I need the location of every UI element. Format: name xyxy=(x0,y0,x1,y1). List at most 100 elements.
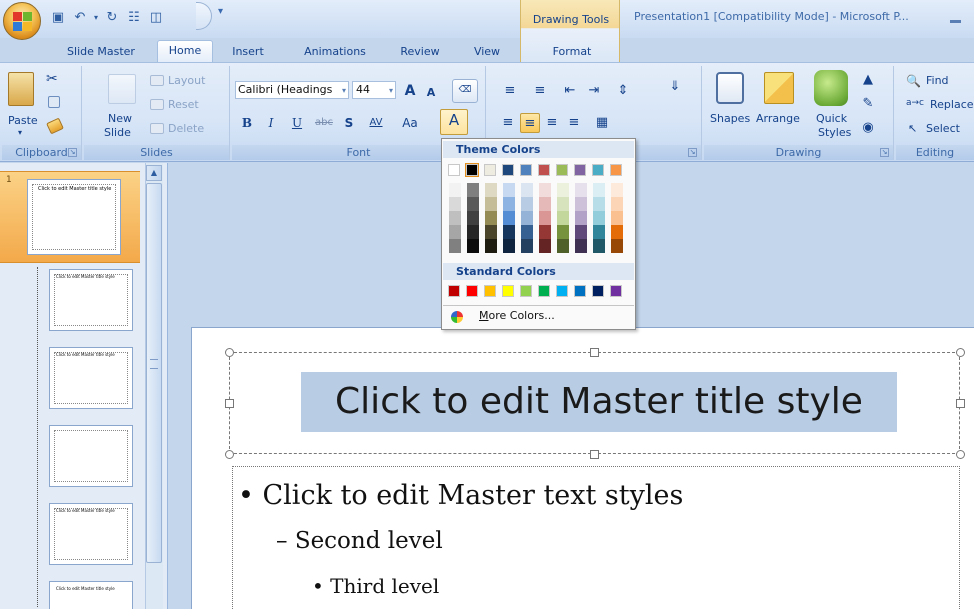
resize-handle[interactable] xyxy=(590,348,599,357)
theme-shade-swatch[interactable] xyxy=(503,225,515,239)
columns-icon[interactable]: ▦ xyxy=(588,113,616,133)
bullets-icon[interactable]: ≡ xyxy=(498,81,522,101)
slide-thumbnail-layout-2[interactable]: Click to edit Master title style xyxy=(49,347,133,409)
standard-color-swatch[interactable] xyxy=(484,285,496,297)
font-name-combobox[interactable]: Calibri (Headings ▾ xyxy=(235,81,349,99)
bullet-level-3[interactable]: • Third level xyxy=(312,574,439,598)
theme-shade-swatch[interactable] xyxy=(485,183,497,197)
theme-shade-swatch[interactable] xyxy=(521,211,533,225)
tab-view[interactable]: View xyxy=(465,42,509,62)
resize-handle[interactable] xyxy=(956,348,965,357)
undo-icon[interactable]: ↶ xyxy=(70,7,90,27)
shapes-button[interactable]: Shapes xyxy=(710,112,750,125)
resize-handle[interactable] xyxy=(225,399,234,408)
select-button[interactable]: Select xyxy=(926,122,960,135)
standard-color-swatch[interactable] xyxy=(466,285,478,297)
theme-shade-swatch[interactable] xyxy=(503,239,515,253)
theme-shade-swatch[interactable] xyxy=(539,211,551,225)
theme-shade-swatch[interactable] xyxy=(503,211,515,225)
theme-shade-swatch[interactable] xyxy=(449,225,461,239)
theme-shade-swatch[interactable] xyxy=(449,239,461,253)
strikethrough-button[interactable]: abc xyxy=(312,113,336,133)
bold-button[interactable]: B xyxy=(238,113,256,133)
theme-shade-swatch[interactable] xyxy=(575,239,587,253)
bullet-level-2[interactable]: – Second level xyxy=(276,528,443,554)
theme-shade-swatch[interactable] xyxy=(611,225,623,239)
layout-button[interactable]: Layout xyxy=(168,74,205,87)
tab-animations[interactable]: Animations xyxy=(294,42,376,62)
theme-shade-swatch[interactable] xyxy=(539,197,551,211)
chevron-down-icon[interactable]: ▾ xyxy=(389,83,393,99)
theme-shade-swatch[interactable] xyxy=(575,211,587,225)
theme-shade-swatch[interactable] xyxy=(467,183,479,197)
theme-shade-swatch[interactable] xyxy=(467,239,479,253)
theme-shade-swatch[interactable] xyxy=(557,211,569,225)
theme-shade-swatch[interactable] xyxy=(611,183,623,197)
resize-handle[interactable] xyxy=(956,450,965,459)
theme-shade-swatch[interactable] xyxy=(593,225,605,239)
paste-dropdown-icon[interactable]: ▾ xyxy=(18,128,22,137)
theme-shade-swatch[interactable] xyxy=(593,183,605,197)
resize-handle[interactable] xyxy=(590,450,599,459)
align-center-icon[interactable]: ≡ xyxy=(520,113,540,133)
theme-color-swatch[interactable] xyxy=(538,164,550,176)
scrollbar-thumb[interactable] xyxy=(146,183,162,563)
theme-shade-swatch[interactable] xyxy=(593,197,605,211)
quick-styles-icon[interactable] xyxy=(814,70,848,106)
theme-color-swatch[interactable] xyxy=(484,164,496,176)
decrease-indent-icon[interactable]: ⇤ xyxy=(560,81,580,101)
change-case-button[interactable]: Aa xyxy=(396,113,424,133)
bullet-level-1[interactable]: • Click to edit Master text styles xyxy=(238,480,683,511)
theme-shade-swatch[interactable] xyxy=(521,197,533,211)
numbering-icon[interactable]: ≡ xyxy=(528,81,552,101)
format-painter-icon[interactable] xyxy=(46,117,64,135)
slide-title[interactable]: Click to edit Master title style xyxy=(301,372,897,432)
grow-font-button[interactable]: A xyxy=(400,81,420,101)
tab-review[interactable]: Review xyxy=(392,42,448,62)
slide-thumbnail-layout-3[interactable] xyxy=(49,425,133,487)
line-spacing-icon[interactable]: ⇕ xyxy=(610,81,636,101)
cut-icon[interactable]: ✂ xyxy=(46,71,58,87)
underline-button[interactable]: U xyxy=(288,113,306,133)
theme-shade-swatch[interactable] xyxy=(611,239,623,253)
more-colors-button[interactable]: More Colors... xyxy=(443,305,634,327)
shape-effects-icon[interactable]: ◉ xyxy=(856,118,880,138)
new-slide-label-2[interactable]: Slide xyxy=(104,126,131,139)
theme-shade-swatch[interactable] xyxy=(467,225,479,239)
theme-shade-swatch[interactable] xyxy=(503,197,515,211)
slide-thumbnail-master[interactable]: Click to edit Master title style xyxy=(27,179,121,255)
increase-indent-icon[interactable]: ⇥ xyxy=(584,81,604,101)
theme-shade-swatch[interactable] xyxy=(539,225,551,239)
new-slide-label-1[interactable]: New xyxy=(108,112,132,125)
slide-thumbnail-layout-5[interactable]: Click to edit Master title style xyxy=(49,581,133,609)
justify-icon[interactable]: ≡ xyxy=(564,113,584,133)
theme-shade-swatch[interactable] xyxy=(557,183,569,197)
theme-color-swatch[interactable] xyxy=(465,163,479,177)
undo-dropdown-icon[interactable]: ▾ xyxy=(92,7,100,27)
chevron-down-icon[interactable]: ▾ xyxy=(342,83,346,98)
theme-shade-swatch[interactable] xyxy=(449,211,461,225)
align-right-icon[interactable]: ≡ xyxy=(542,113,562,133)
customize-qat-icon[interactable]: ▾ xyxy=(218,6,223,17)
slide-thumbnail-layout-4[interactable]: Click to edit Master title style xyxy=(49,503,133,565)
theme-shade-swatch[interactable] xyxy=(593,239,605,253)
theme-shade-swatch[interactable] xyxy=(485,197,497,211)
standard-color-swatch[interactable] xyxy=(520,285,532,297)
theme-color-swatch[interactable] xyxy=(610,164,622,176)
theme-color-swatch[interactable] xyxy=(556,164,568,176)
theme-color-swatch[interactable] xyxy=(592,164,604,176)
quick-styles-label-1[interactable]: Quick xyxy=(816,112,847,125)
tab-format[interactable]: Format xyxy=(543,42,601,62)
font-color-button[interactable]: A xyxy=(440,109,468,135)
clipboard-launcher-icon[interactable]: ↘ xyxy=(68,148,77,157)
italic-button[interactable]: I xyxy=(262,113,280,133)
theme-shade-swatch[interactable] xyxy=(611,211,623,225)
theme-shade-swatch[interactable] xyxy=(521,225,533,239)
minimize-icon[interactable] xyxy=(950,20,961,23)
standard-color-swatch[interactable] xyxy=(538,285,550,297)
theme-shade-swatch[interactable] xyxy=(521,183,533,197)
shapes-icon[interactable] xyxy=(716,72,744,104)
slideshow-icon[interactable]: ◫ xyxy=(146,7,166,27)
standard-color-swatch[interactable] xyxy=(448,285,460,297)
theme-shade-swatch[interactable] xyxy=(593,211,605,225)
